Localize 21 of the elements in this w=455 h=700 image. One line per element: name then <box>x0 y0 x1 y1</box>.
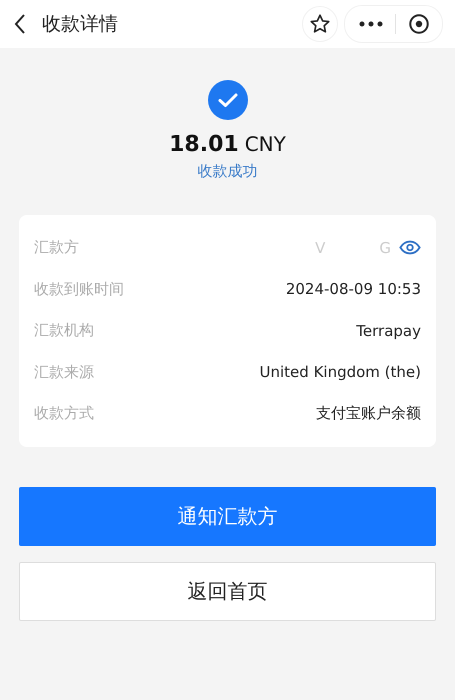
detail-value: 支付宝账户余额 <box>316 404 421 424</box>
home-button[interactable]: 返回首页 <box>19 562 436 620</box>
page-title: 收款详情 <box>42 12 118 37</box>
favorite-button[interactable] <box>302 6 338 42</box>
detail-label: 收款到账时间 <box>34 280 124 299</box>
detail-value: Terrapay <box>356 322 421 340</box>
star-icon <box>309 13 331 35</box>
detail-label: 汇款机构 <box>34 321 94 340</box>
notify-button[interactable]: 通知汇款方 <box>19 486 436 546</box>
detail-label: 收款方式 <box>34 404 94 424</box>
eye-icon[interactable] <box>399 240 421 256</box>
success-check-icon <box>208 80 248 120</box>
currency: CNY <box>244 132 286 156</box>
amount: 18.01 <box>169 132 239 157</box>
status-text: 收款成功 <box>198 162 258 181</box>
detail-value: 2024-08-09 10:53 <box>286 280 421 298</box>
detail-value: United Kingdom (the) <box>260 363 421 382</box>
back-icon[interactable] <box>14 14 26 34</box>
more-icon[interactable] <box>359 21 383 27</box>
detail-label: 汇款方 <box>34 238 79 258</box>
detail-label: 汇款来源 <box>34 362 94 382</box>
